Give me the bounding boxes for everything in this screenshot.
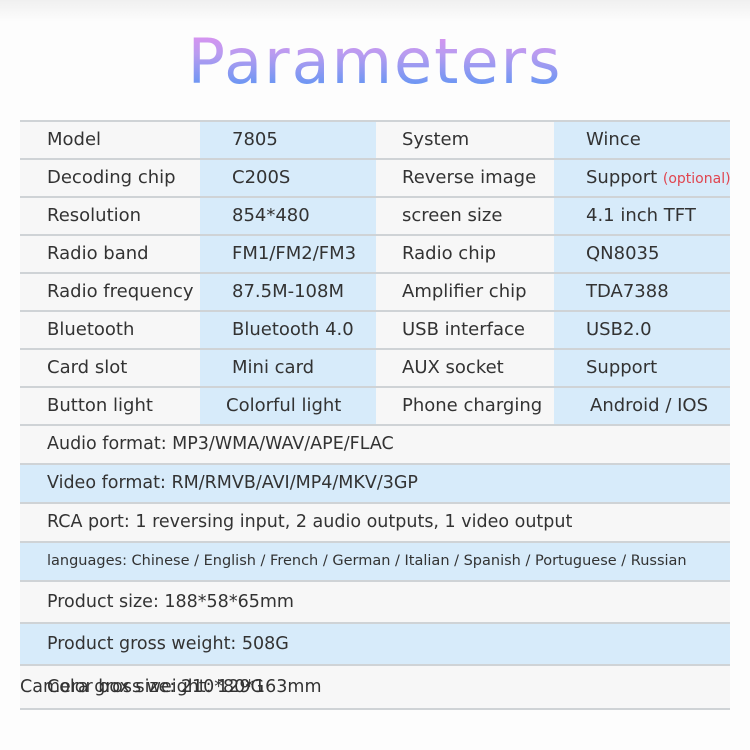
gross-weight-row: Product gross weight: 508G: [20, 622, 730, 664]
spec-value: QN8035: [554, 236, 730, 272]
spec-value: Wince: [554, 122, 730, 158]
video-format-row: Video format: RM/RMVB/AVI/MP4/MKV/3GP: [20, 463, 730, 502]
spec-value: 854*480: [200, 198, 376, 234]
spec-label: screen size: [402, 205, 503, 226]
spec-row-model: Model 7805 System Wince: [20, 120, 730, 158]
spec-value: Bluetooth 4.0: [200, 312, 376, 348]
spec-label: USB interface: [402, 319, 525, 340]
spec-label: Button light: [47, 395, 153, 416]
spec-label: AUX socket: [402, 357, 504, 378]
spec-row-radio-frequency: Radio frequency 87.5M-108M Amplifier chi…: [20, 272, 730, 310]
spec-value: C200S: [200, 160, 376, 196]
top-decoration: [0, 0, 750, 22]
spec-row-resolution: Resolution 854*480 screen size 4.1 inch …: [20, 196, 730, 234]
spec-label: Reverse image: [402, 167, 537, 188]
spec-value: Support: [586, 167, 658, 188]
spec-row-card-slot: Card slot Mini card AUX socket Support: [20, 348, 730, 386]
video-format: Video format: RM/RMVB/AVI/MP4/MKV/3GP: [47, 473, 418, 493]
spec-row-decoding-chip: Decoding chip C200S Reverse image Suppor…: [20, 158, 731, 196]
spec-label: Phone charging: [402, 395, 543, 416]
spec-label: Radio chip: [402, 243, 497, 264]
spec-row-radio-band: Radio band FM1/FM2/FM3 Radio chip QN8035: [20, 234, 730, 272]
product-size: Product size: 188*58*65mm: [47, 592, 294, 612]
spec-label: Resolution: [47, 205, 142, 226]
rca-port-row: RCA port: 1 reversing input, 2 audio out…: [20, 502, 730, 541]
spec-label: Radio band: [47, 243, 149, 264]
spec-value: 4.1 inch TFT: [554, 198, 730, 234]
spec-row-bluetooth: Bluetooth Bluetooth 4.0 USB interface US…: [20, 310, 730, 348]
box-size-row: Color box size: 210*80*163mm Camera gros…: [20, 664, 730, 708]
spec-label: Model: [47, 129, 102, 150]
spec-row-button-light: Button light Colorful light Phone chargi…: [20, 386, 730, 424]
languages: languages: Chinese / English / French / …: [47, 553, 687, 569]
spec-label: Amplifier chip: [402, 281, 527, 302]
spec-value: Mini card: [200, 350, 376, 386]
page-title: Parameters: [0, 22, 750, 102]
languages-row: languages: Chinese / English / French / …: [20, 541, 730, 580]
spec-value: Support: [554, 350, 730, 386]
audio-format: Audio format: MP3/WMA/WAV/APE/FLAC: [47, 434, 394, 454]
spec-value: Android / IOS: [554, 388, 730, 424]
spec-value: TDA7388: [554, 274, 730, 310]
optional-note: (optional): [662, 171, 731, 187]
gross-weight: Product gross weight: 508G: [47, 634, 289, 654]
spec-value: 87.5M-108M: [200, 274, 376, 310]
camera-weight: Camera gross weight: 129G: [20, 677, 265, 697]
spec-label: Radio frequency: [47, 281, 194, 302]
spec-value: FM1/FM2/FM3: [200, 236, 376, 272]
product-size-row: Product size: 188*58*65mm: [20, 580, 730, 622]
table-bottom-border: [20, 708, 730, 710]
spec-label: System: [402, 129, 470, 150]
spec-label: Card slot: [47, 357, 128, 378]
spec-value: USB2.0: [554, 312, 730, 348]
spec-label: Decoding chip: [47, 167, 176, 188]
spec-value: Colorful light: [200, 388, 376, 424]
rca-port: RCA port: 1 reversing input, 2 audio out…: [47, 512, 573, 532]
spec-value-reverse-image: Support (optional): [554, 160, 731, 196]
spec-value: 7805: [200, 122, 376, 158]
audio-format-row: Audio format: MP3/WMA/WAV/APE/FLAC: [20, 424, 730, 463]
spec-label: Bluetooth: [47, 319, 135, 340]
spec-table: Model 7805 System Wince Decoding chip C2…: [20, 120, 731, 710]
